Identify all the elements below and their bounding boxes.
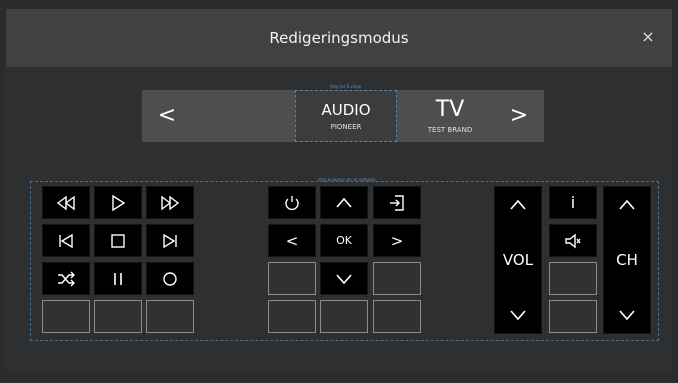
title-bar: Redigeringsmodus × [6,9,672,67]
pause-button[interactable] [94,262,142,295]
rewind-icon [56,195,75,210]
volume-rocker[interactable]: VOL [494,186,542,334]
device-tv[interactable]: TV TEST BRAND [399,90,501,142]
power-icon [285,195,299,210]
chevron-down-icon [336,273,352,284]
empty-slot-button[interactable] [268,262,316,295]
skip-back-icon [59,233,73,248]
fast-forward-button[interactable] [146,186,194,219]
input-source-icon [390,194,404,211]
stop-button[interactable] [94,224,142,257]
up-button[interactable] [320,186,368,219]
skip-back-button[interactable] [42,224,90,257]
pause-icon [114,272,122,285]
mute-icon [565,233,581,248]
fast-forward-icon [161,195,180,210]
volume-label: VOL [502,251,534,269]
input-source-button[interactable] [373,186,421,219]
device-audio[interactable]: AUDIO PIONEER [295,90,397,142]
record-button[interactable] [146,262,194,295]
device-hint: Velg for å velge [330,84,362,89]
empty-slot-button[interactable] [373,262,421,295]
record-icon [163,271,177,286]
shuffle-icon [58,271,75,286]
shuffle-button[interactable] [42,262,90,295]
device-brand: TEST BRAND [427,126,473,134]
empty-slot-button[interactable] [146,300,194,333]
empty-slot-button[interactable] [94,300,142,333]
carousel-next-button[interactable]: > [494,90,544,142]
empty-slot-button[interactable] [373,300,421,333]
rewind-button[interactable] [42,186,90,219]
play-icon [112,194,126,211]
skip-forward-button[interactable] [146,224,194,257]
channel-up-icon [619,199,635,210]
empty-slot-button[interactable] [549,262,597,295]
device-name: TV [435,97,465,122]
volume-up-icon [510,199,526,210]
right-button[interactable]: > [373,224,421,257]
channel-label: CH [616,251,638,269]
chevron-up-icon [336,197,352,208]
close-icon[interactable]: × [638,27,658,47]
channel-rocker[interactable]: CH [603,186,651,334]
left-button[interactable]: < [268,224,316,257]
device-name: AUDIO [321,101,371,119]
stop-icon [111,233,125,248]
down-button[interactable] [320,262,368,295]
volume-down-icon [510,310,526,321]
skip-forward-icon [163,233,177,248]
channel-down-icon [619,310,635,321]
page-title: Redigeringsmodus [269,29,409,47]
info-button[interactable]: i [549,186,597,219]
ok-button[interactable]: OK [320,224,368,257]
empty-slot-button[interactable] [549,300,597,333]
empty-slot-button[interactable] [268,300,316,333]
power-button[interactable] [268,186,316,219]
device-brand: PIONEER [330,123,362,131]
carousel-prev-button[interactable]: < [142,90,192,142]
play-button[interactable] [94,186,142,219]
mute-button[interactable] [549,224,597,257]
device-carousel: < AUDIO PIONEER TV TEST BRAND > [142,90,544,142]
empty-slot-button[interactable] [42,300,90,333]
empty-slot-button[interactable] [320,300,368,333]
